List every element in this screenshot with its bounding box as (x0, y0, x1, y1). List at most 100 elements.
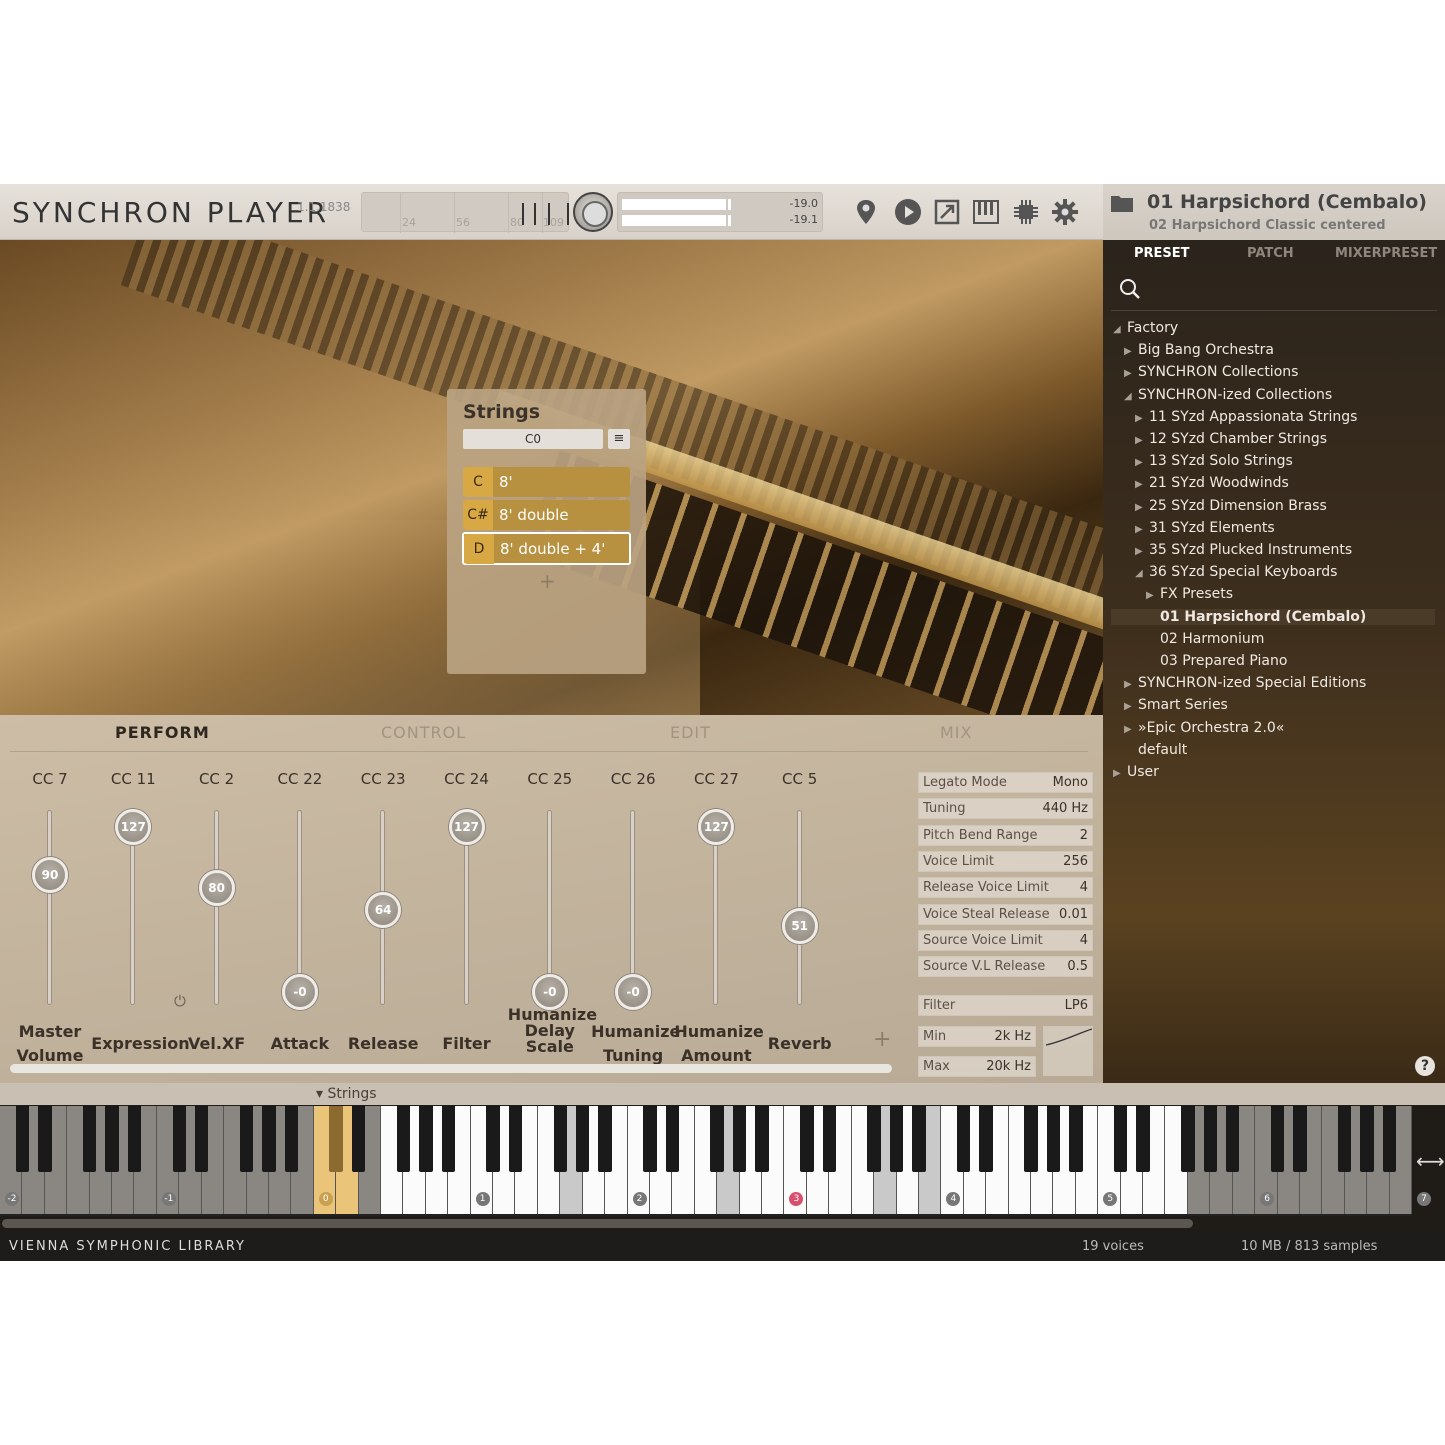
filter-type-field[interactable]: Filter LP6 (918, 995, 1093, 1016)
articulation-row[interactable]: C 8' (463, 467, 630, 497)
tree-item[interactable]: ▶ 31 SYzd Elements (1135, 520, 1275, 536)
articulation-row-selected[interactable]: D 8' double + 4' (462, 532, 631, 565)
black-key[interactable] (755, 1106, 769, 1172)
power-icon[interactable]: ⏻ (174, 992, 186, 1010)
black-key[interactable] (15, 1106, 30, 1172)
tree-item[interactable]: ▶ SYNCHRON-ized Special Editions (1124, 675, 1366, 691)
tree-item[interactable]: ▶ FX Presets (1146, 586, 1233, 602)
black-key[interactable] (1181, 1106, 1195, 1172)
tree-item[interactable]: ◢ Factory (1113, 320, 1178, 336)
tree-item[interactable]: 03 Prepared Piano (1146, 653, 1287, 669)
tab-patch[interactable]: PATCH (1247, 246, 1294, 261)
slider-knob[interactable]: 80 (198, 870, 235, 907)
black-key[interactable] (1338, 1106, 1352, 1172)
tree-item[interactable]: 01 Harpsichord (Cembalo) (1111, 608, 1435, 625)
articulation-row[interactable]: C# 8' double (463, 500, 630, 530)
black-key[interactable] (105, 1106, 119, 1172)
expand-icon[interactable] (933, 198, 961, 226)
keyswitch-field[interactable]: C0 (463, 429, 603, 449)
black-key[interactable] (553, 1106, 568, 1172)
tab-preset[interactable]: PRESET (1134, 246, 1190, 261)
master-volume-knob[interactable] (573, 192, 613, 232)
black-key[interactable] (486, 1106, 500, 1172)
param-row[interactable]: Source Voice Limit 4 (918, 929, 1093, 951)
param-row[interactable]: Voice Limit 256 (918, 850, 1093, 872)
layers-icon[interactable]: ≡ (608, 429, 630, 449)
slider-knob[interactable]: -0 (281, 974, 318, 1010)
disclosure-triangle-icon[interactable]: ▶ (1124, 701, 1134, 712)
black-key[interactable] (889, 1106, 904, 1172)
search-icon[interactable] (1119, 278, 1141, 300)
tree-item[interactable]: ▶ »Epic Orchestra 2.0« (1124, 720, 1284, 736)
black-key[interactable] (419, 1106, 433, 1172)
black-key[interactable] (1113, 1106, 1128, 1172)
slider-knob[interactable]: 51 (781, 908, 818, 944)
slider-track[interactable] (213, 810, 219, 1005)
disclosure-triangle-icon[interactable]: ▶ (1135, 457, 1145, 468)
tree-item[interactable]: ▶ Big Bang Orchestra (1124, 342, 1274, 358)
slider-knob[interactable]: -0 (615, 974, 652, 1010)
disclosure-triangle-icon[interactable]: ◢ (1113, 324, 1123, 335)
tree-item[interactable]: ▶ 13 SYzd Solo Strings (1135, 453, 1293, 469)
disclosure-triangle-icon[interactable]: ▶ (1124, 724, 1134, 735)
disclosure-triangle-icon[interactable]: ▶ (1135, 524, 1145, 535)
disclosure-triangle-icon[interactable]: ▶ (1135, 413, 1145, 424)
black-key[interactable] (329, 1106, 343, 1172)
black-key[interactable] (979, 1106, 993, 1172)
black-key[interactable] (800, 1106, 814, 1172)
slider-knob[interactable]: 90 (32, 856, 68, 893)
black-key[interactable] (172, 1106, 186, 1172)
black-key[interactable] (284, 1106, 299, 1172)
disclosure-triangle-icon[interactable]: ▶ (1124, 368, 1134, 379)
black-key[interactable] (38, 1106, 52, 1172)
play-icon[interactable] (894, 198, 922, 226)
tree-item[interactable]: ▶ User (1113, 764, 1159, 780)
disclosure-triangle-icon[interactable]: ▶ (1135, 435, 1145, 446)
slider-knob[interactable]: 127 (698, 809, 735, 845)
black-key[interactable] (1046, 1106, 1061, 1172)
black-key[interactable] (1270, 1106, 1285, 1172)
location-pin-icon[interactable] (852, 198, 880, 226)
gear-icon[interactable] (1051, 198, 1079, 226)
black-key[interactable] (1382, 1106, 1397, 1172)
disclosure-triangle-icon[interactable]: ▶ (1113, 768, 1123, 779)
disclosure-triangle-icon[interactable]: ▶ (1146, 590, 1156, 601)
black-key[interactable] (576, 1106, 590, 1172)
black-key[interactable] (732, 1106, 747, 1172)
black-key[interactable] (867, 1106, 881, 1172)
tree-item[interactable]: ▶ 21 SYzd Woodwinds (1135, 475, 1289, 491)
slider-knob[interactable]: 64 (365, 891, 402, 928)
tree-item[interactable]: ▶ 25 SYzd Dimension Brass (1135, 498, 1327, 514)
tree-item[interactable]: ▶ Smart Series (1124, 697, 1228, 713)
param-row[interactable]: Legato Mode Mono (918, 772, 1093, 793)
black-key[interactable] (643, 1106, 657, 1172)
disclosure-triangle-icon[interactable]: ◢ (1124, 391, 1134, 402)
black-key[interactable] (1136, 1106, 1150, 1172)
param-row[interactable]: Release Voice Limit 4 (918, 877, 1093, 899)
slider-knob[interactable]: 127 (448, 809, 485, 845)
black-key[interactable] (194, 1106, 209, 1172)
tree-item[interactable]: ◢ 36 SYzd Special Keyboards (1135, 564, 1337, 580)
tree-item[interactable]: default (1124, 742, 1187, 758)
add-control-button[interactable]: + (873, 1027, 891, 1052)
tree-item[interactable]: ▶ 11 SYzd Appassionata Strings (1135, 409, 1357, 425)
black-key[interactable] (1024, 1106, 1038, 1172)
slider-track[interactable] (47, 810, 52, 1005)
resize-arrows-icon[interactable]: ⟷ (1416, 1149, 1445, 1173)
black-key[interactable] (351, 1106, 366, 1172)
black-key[interactable] (957, 1106, 971, 1172)
tree-item[interactable]: ▶ 35 SYzd Plucked Instruments (1135, 542, 1352, 558)
tree-item[interactable]: ▶ 12 SYzd Chamber Strings (1135, 431, 1327, 447)
black-key[interactable] (127, 1106, 142, 1172)
param-row[interactable]: Source V.L Release 0.5 (918, 956, 1093, 978)
param-row[interactable]: Voice Steal Release 0.01 (918, 903, 1093, 925)
black-key[interactable] (1203, 1106, 1217, 1172)
black-key[interactable] (441, 1106, 455, 1172)
disclosure-triangle-icon[interactable]: ▶ (1124, 346, 1134, 357)
black-key[interactable] (1360, 1106, 1374, 1172)
black-key[interactable] (665, 1106, 680, 1172)
black-key[interactable] (822, 1106, 836, 1172)
param-row[interactable]: Pitch Bend Range 2 (918, 824, 1093, 846)
tree-item[interactable]: ◢ SYNCHRON-ized Collections (1124, 387, 1332, 403)
tab-edit[interactable]: EDIT (670, 723, 711, 742)
